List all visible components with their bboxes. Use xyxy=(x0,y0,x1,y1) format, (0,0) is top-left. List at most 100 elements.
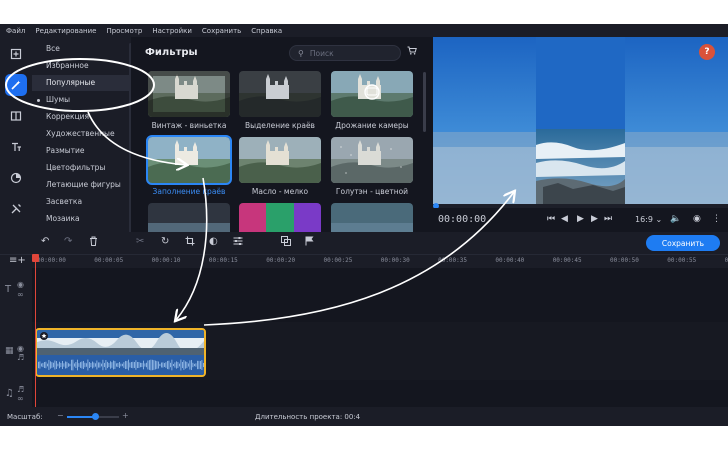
filter-thumbnail[interactable] xyxy=(146,135,232,185)
visibility-icon[interactable]: ◉ xyxy=(17,344,24,353)
ruler-tick-label: 00:00:25 xyxy=(323,257,353,264)
menu-item[interactable]: Файл xyxy=(6,27,25,35)
overlay-icon[interactable] xyxy=(281,236,291,249)
delete-icon[interactable] xyxy=(89,236,98,249)
filter-thumbnail[interactable] xyxy=(239,71,321,117)
ruler-tick-label: 00:00:05 xyxy=(94,257,124,264)
filter-label: Винтаж - виньетка xyxy=(151,121,227,130)
project-duration: Длительность проекта: 00:4 xyxy=(255,413,361,421)
zoom-knob[interactable] xyxy=(92,413,100,420)
video-track-icon: ▦ xyxy=(5,346,14,356)
panel-title: Фильтры xyxy=(145,47,198,58)
volume-icon[interactable]: ♬ xyxy=(17,353,24,362)
search-input[interactable] xyxy=(309,48,390,58)
menu-item[interactable]: Справка xyxy=(251,27,282,35)
ruler-tick-label: 00:00:35 xyxy=(438,257,467,264)
filter-thumbnail[interactable] xyxy=(331,71,413,117)
menu-item[interactable]: Просмотр xyxy=(106,27,142,35)
timeline-ruler[interactable]: ≡+ 00:00:00 00:00:05 00:00:10 00:00:15 00:00… xyxy=(0,254,728,268)
audio-track-lane[interactable] xyxy=(32,380,728,407)
filter-category-list: Все Избранное Популярные Шумы Коррекция Худож… xyxy=(32,37,132,237)
magic-wand-icon[interactable] xyxy=(5,74,27,96)
properties-icon[interactable] xyxy=(233,236,243,249)
import-icon[interactable] xyxy=(5,43,27,65)
save-button[interactable]: Сохранить xyxy=(646,235,720,251)
visibility-icon[interactable]: ◉ xyxy=(17,280,24,289)
category-item[interactable]: Все xyxy=(32,41,129,57)
add-track-icon[interactable]: ≡+ xyxy=(9,255,26,266)
category-item[interactable]: Цветофильтры xyxy=(32,160,129,176)
text-track-lane[interactable] xyxy=(32,268,728,322)
filters-scrollbar[interactable] xyxy=(423,72,426,132)
category-item[interactable]: Избранное xyxy=(32,58,129,74)
category-item[interactable]: Засветка xyxy=(32,194,129,210)
category-item[interactable]: Мозаика xyxy=(32,211,129,227)
scale-label: Масштаб: xyxy=(7,413,43,421)
menu-item[interactable]: Настройки xyxy=(152,27,192,35)
category-item[interactable]: Летающие фигуры xyxy=(32,177,129,193)
volume-icon[interactable]: 🔈 xyxy=(670,214,681,224)
filter-label: Масло - мелко xyxy=(251,187,309,196)
filters-panel: Фильтры ⚲ Винтаж - виньетка Выделение кр… xyxy=(131,37,427,237)
category-label: Засветка xyxy=(46,197,83,206)
filter-label: Заполнение краёв xyxy=(152,187,226,196)
link-icon[interactable]: ∞ xyxy=(17,290,24,299)
cart-icon[interactable] xyxy=(407,46,417,58)
help-button[interactable]: ? xyxy=(699,44,715,60)
volume-icon[interactable]: ♬ xyxy=(17,385,24,394)
transitions-icon[interactable] xyxy=(5,105,27,127)
undo-icon[interactable]: ↶ xyxy=(41,236,49,247)
ruler-tick-label: 00:00:50 xyxy=(610,257,639,264)
ruler-tick-label: 00:00:20 xyxy=(266,257,296,264)
category-label: Все xyxy=(46,44,60,53)
aspect-ratio-select[interactable]: 16:9 ⌄ xyxy=(635,215,662,224)
ruler-tick-label: 00:00:00 xyxy=(37,257,66,264)
tool-rail xyxy=(0,37,32,237)
filter-thumbnail[interactable] xyxy=(331,137,413,183)
stickers-icon[interactable] xyxy=(5,167,27,189)
more-icon[interactable]: ⋮ xyxy=(712,214,721,224)
search-box[interactable]: ⚲ xyxy=(289,45,401,61)
menu-item[interactable]: Редактирование xyxy=(35,27,96,35)
timecode: 00:00:00 xyxy=(438,214,487,225)
category-item[interactable]: Шумы xyxy=(32,92,129,108)
link-icon[interactable]: ∞ xyxy=(17,394,24,403)
player-controls: 00:00:00 ⏮ ◀ ▶ ▶ ⏭ 16:9 ⌄ 🔈 ◉ ⋮ xyxy=(433,208,728,232)
step-back-icon[interactable]: ◀ xyxy=(561,214,568,224)
cut-icon[interactable]: ✂ xyxy=(136,236,144,247)
aspect-ratio-value: 16:9 xyxy=(635,215,653,224)
category-label: Мозаика xyxy=(46,214,80,223)
clip-thumbnails xyxy=(37,330,204,375)
redo-icon[interactable]: ↷ xyxy=(64,236,72,247)
text-icon[interactable] xyxy=(5,136,27,158)
category-item[interactable]: Художественные xyxy=(32,126,129,142)
timeline-playhead[interactable] xyxy=(32,254,39,407)
skip-start-icon[interactable]: ⏮ xyxy=(547,214,555,224)
skip-end-icon[interactable]: ⏭ xyxy=(604,214,612,224)
category-item[interactable]: Популярные xyxy=(32,75,129,91)
ruler-tick-label: 00:00:15 xyxy=(208,257,238,264)
step-forward-icon[interactable]: ▶ xyxy=(591,214,598,224)
play-icon[interactable]: ▶ xyxy=(577,214,584,224)
search-icon: ⚲ xyxy=(298,48,304,58)
tools-icon[interactable] xyxy=(5,198,27,220)
video-clip[interactable] xyxy=(35,328,206,377)
crop-icon[interactable] xyxy=(185,236,195,249)
category-label: Цветофильтры xyxy=(46,163,106,172)
zoom-out-icon[interactable]: − xyxy=(57,411,64,420)
video-preview: ? xyxy=(433,37,728,204)
rotate-icon[interactable]: ↻ xyxy=(161,236,169,247)
zoom-in-icon[interactable]: + xyxy=(122,411,129,420)
category-item[interactable]: Размытие xyxy=(32,143,129,159)
ruler-tick-label: 00:00:30 xyxy=(380,257,410,264)
menu-item[interactable]: Сохранить xyxy=(202,27,241,35)
video-track-header: ▦ ◉ ♬ xyxy=(0,322,32,380)
filter-thumbnail[interactable] xyxy=(239,137,321,183)
snapshot-icon[interactable]: ◉ xyxy=(693,214,701,224)
category-label: Размытие xyxy=(46,146,85,155)
filter-thumbnail[interactable] xyxy=(148,71,230,117)
ruler-tick-label: 00:00:45 xyxy=(552,257,582,264)
marker-flag-icon[interactable] xyxy=(305,236,314,249)
color-adjust-icon[interactable]: ◐ xyxy=(209,236,218,247)
category-item[interactable]: Коррекция xyxy=(32,109,129,125)
